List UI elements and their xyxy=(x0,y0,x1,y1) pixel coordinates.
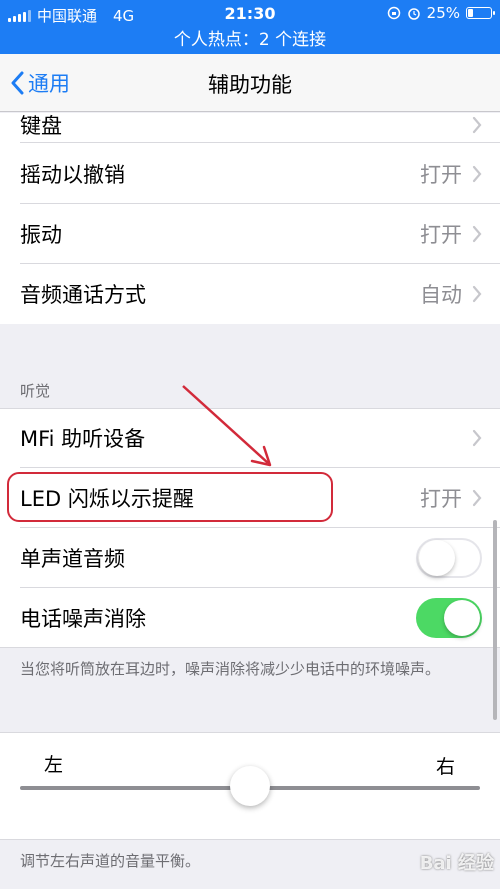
rotation-lock-icon xyxy=(387,6,400,20)
row-phone-noise-cancellation[interactable]: 电话噪声消除 xyxy=(0,588,500,648)
battery-percent: 25% xyxy=(426,4,460,22)
chevron-right-icon xyxy=(472,116,482,134)
balance-slider-thumb[interactable] xyxy=(230,766,270,806)
watermark-logo: Bai 经验 xyxy=(419,853,494,874)
row-label: 电话噪声消除 xyxy=(20,607,146,631)
row-label: 振动 xyxy=(20,223,62,247)
status-bar: 中国联通 4G 21:30 25% xyxy=(0,0,500,28)
battery-icon xyxy=(466,7,495,19)
balance-right-label: 右 xyxy=(436,756,456,778)
navigation-bar: 通用 辅助功能 xyxy=(0,54,500,112)
balance-description: 调节左右声道的音量平衡。 xyxy=(20,852,201,870)
row-mfi-hearing-devices[interactable]: MFi 助听设备 xyxy=(0,408,500,468)
noise-cancellation-toggle[interactable] xyxy=(416,598,482,638)
row-label: 摇动以撤销 xyxy=(20,163,125,187)
page-title: 辅助功能 xyxy=(208,73,292,97)
scroll-indicator[interactable] xyxy=(493,520,497,720)
row-shake-to-undo[interactable]: 摇动以撤销 打开 xyxy=(0,144,500,204)
balance-left-label: 左 xyxy=(44,754,64,776)
chevron-right-icon xyxy=(472,285,482,303)
row-value: 打开 xyxy=(420,223,462,247)
row-label: 单声道音频 xyxy=(20,547,125,571)
status-right: 25% xyxy=(387,4,495,22)
row-label: 键盘 xyxy=(20,114,62,138)
row-label: MFi 助听设备 xyxy=(20,427,146,451)
alarm-icon xyxy=(407,8,420,20)
chevron-right-icon xyxy=(472,225,482,243)
mono-audio-toggle[interactable] xyxy=(416,538,482,578)
row-led-flash-alerts[interactable]: LED 闪烁以示提醒 打开 xyxy=(0,468,500,528)
row-call-audio-routing[interactable]: 音频通话方式 自动 xyxy=(0,264,500,324)
row-value: 打开 xyxy=(420,487,462,511)
chevron-right-icon xyxy=(472,429,482,447)
noise-cancellation-description: 当您将听筒放在耳边时，噪声消除将减少少电话中的环境噪声。 xyxy=(20,660,441,678)
row-value: 打开 xyxy=(420,163,462,187)
chevron-right-icon xyxy=(472,165,482,183)
row-value: 自动 xyxy=(420,283,462,307)
row-label: LED 闪烁以示提醒 xyxy=(20,487,194,511)
row-mono-audio[interactable]: 单声道音频 xyxy=(0,528,500,588)
row-vibration[interactable]: 振动 打开 xyxy=(0,204,500,264)
section-header-hearing: 听觉 xyxy=(20,382,51,400)
row-label: 音频通话方式 xyxy=(20,283,146,307)
hotspot-banner[interactable]: 个人热点：2 个连接 xyxy=(0,28,500,54)
chevron-right-icon xyxy=(472,489,482,507)
